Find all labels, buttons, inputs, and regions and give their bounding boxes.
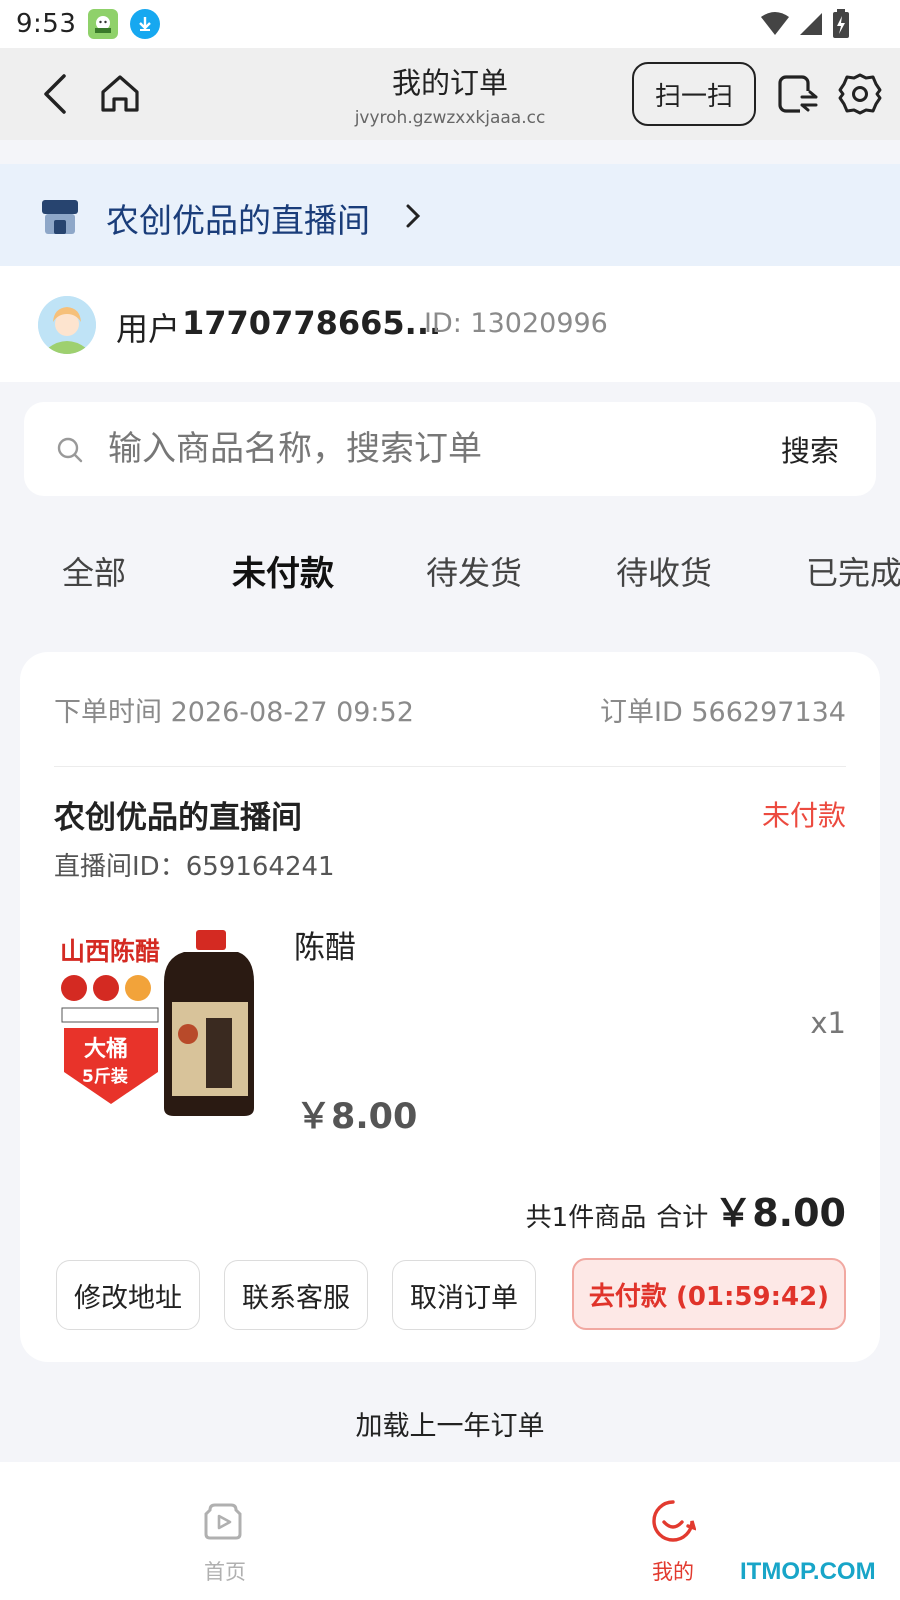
nav-bar: 我的订单 jvyroh.gzwzxxkjaaa.cc 扫一扫: [0, 48, 900, 140]
tab-me-label[interactable]: 我的: [652, 1556, 694, 1586]
order-total: 共1件商品 合计 ￥8.00: [526, 1182, 846, 1237]
search-button[interactable]: 搜索: [760, 424, 860, 474]
product-name: 陈醋: [294, 930, 356, 966]
tab-to-receive[interactable]: 待收货: [616, 548, 712, 594]
search-input[interactable]: [108, 422, 708, 476]
user-id: ID: 13020996: [424, 308, 608, 339]
home-icon[interactable]: [98, 72, 142, 116]
total-label: 合计: [656, 1203, 709, 1233]
status-time: 9:53: [16, 9, 77, 39]
user-name-prefix: 用户: [116, 310, 181, 348]
order-id: 订单ID 566297134: [600, 697, 846, 728]
tab-unpaid[interactable]: 未付款: [232, 546, 334, 595]
product-image-badge: 大桶: [84, 1037, 128, 1062]
tab-all[interactable]: 全部: [62, 548, 126, 594]
chevron-right-icon: [406, 204, 421, 228]
nav-title-block: 我的订单 jvyroh.gzwzxxkjaaa.cc: [300, 60, 600, 128]
watermark: ITMOP.COM: [740, 1558, 876, 1585]
scan-button[interactable]: 扫一扫: [632, 62, 756, 126]
cancel-order-button[interactable]: 取消订单: [392, 1260, 536, 1330]
product-image-badge-sub: 5斤装: [82, 1066, 128, 1087]
video-home-icon[interactable]: [202, 1500, 244, 1542]
order-card[interactable]: 下单时间 2026-08-27 09:52 订单ID 566297134 农创优…: [20, 652, 880, 1362]
live-room-name: 农创优品的直播间: [106, 201, 370, 240]
order-time: 下单时间 2026-08-27 09:52: [54, 697, 414, 728]
avatar[interactable]: [38, 296, 96, 354]
user-name: 1770778665...: [182, 304, 442, 342]
contact-service-button[interactable]: 联系客服: [224, 1260, 368, 1330]
rotate-icon[interactable]: [776, 73, 818, 115]
tab-to-ship[interactable]: 待发货: [426, 548, 522, 594]
shop-name: 农创优品的直播间: [54, 800, 302, 836]
modify-address-button[interactable]: 修改地址: [56, 1260, 200, 1330]
product-quantity: x1: [810, 1006, 846, 1040]
live-room-banner[interactable]: 农创优品的直播间: [0, 164, 900, 266]
live-room-id: 直播间ID：659164241: [54, 852, 335, 882]
signal-icon: [800, 13, 822, 35]
wifi-icon: [761, 12, 789, 35]
smile-icon[interactable]: [650, 1498, 696, 1544]
store-icon: [42, 200, 78, 234]
gear-icon[interactable]: [838, 72, 882, 116]
search-icon: [57, 437, 83, 463]
app-icon: [88, 9, 119, 39]
tab-completed[interactable]: 已完成: [806, 548, 900, 594]
total-count: 共1件商品: [525, 1203, 647, 1233]
download-icon: [130, 9, 161, 39]
back-icon[interactable]: [38, 72, 74, 116]
order-status-tabs: 全部 未付款 待发货 待收货 已完成: [0, 534, 900, 604]
product-image[interactable]: 山西陈醋 大桶 5斤装: [56, 922, 264, 1118]
product-price: ￥8.00: [296, 1097, 418, 1137]
order-status: 未付款: [761, 799, 846, 832]
search-bar: 搜索: [24, 402, 876, 496]
pay-button[interactable]: 去付款 (01:59:42): [572, 1258, 846, 1330]
product-image-title: 山西陈醋: [60, 937, 160, 966]
page-title: 我的订单: [391, 66, 508, 100]
battery-icon: [833, 9, 849, 38]
total-amount: ￥8.00: [714, 1191, 846, 1235]
status-bar: 9:53: [0, 0, 900, 48]
divider: [54, 766, 846, 767]
tab-home-label[interactable]: 首页: [204, 1556, 246, 1586]
user-info: 用户 1770778665... ID: 13020996: [0, 266, 900, 382]
page-url: jvyroh.gzwzxxkjaaa.cc: [354, 108, 546, 128]
load-previous-year-link[interactable]: 加载上一年订单: [0, 1404, 900, 1443]
